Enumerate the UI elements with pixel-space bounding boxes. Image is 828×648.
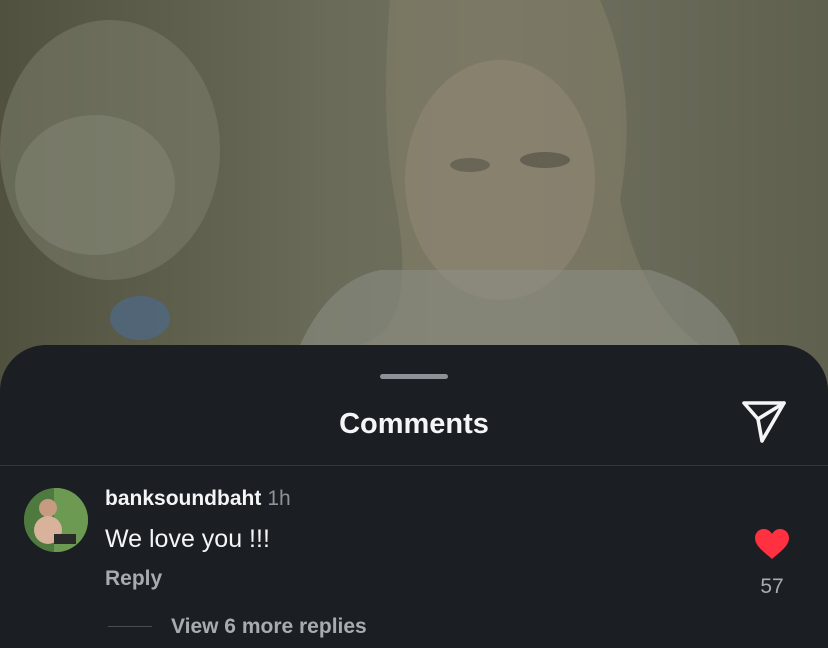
view-more-replies-button[interactable]: View 6 more replies [171, 613, 367, 641]
comment-header: banksoundbaht 1h [105, 487, 291, 515]
heart-filled-icon [755, 529, 789, 559]
like-button[interactable] [754, 528, 790, 560]
comment-text: We love you !!! [105, 525, 270, 553]
username[interactable]: banksoundbaht [105, 487, 261, 511]
reply-button[interactable]: Reply [105, 565, 162, 593]
sheet-title: Comments [339, 408, 489, 440]
header-divider [0, 465, 828, 466]
comment-time: 1h [267, 487, 291, 510]
share-button[interactable] [738, 397, 790, 447]
paper-plane-icon [742, 401, 786, 443]
avatar[interactable] [24, 488, 88, 552]
comments-sheet: Comments banksoundbaht 1h We love you !!… [0, 345, 828, 648]
drag-handle[interactable] [380, 374, 448, 379]
avatar-image [24, 488, 88, 552]
like-count: 57 [760, 575, 784, 598]
replies-divider-line [108, 626, 152, 627]
